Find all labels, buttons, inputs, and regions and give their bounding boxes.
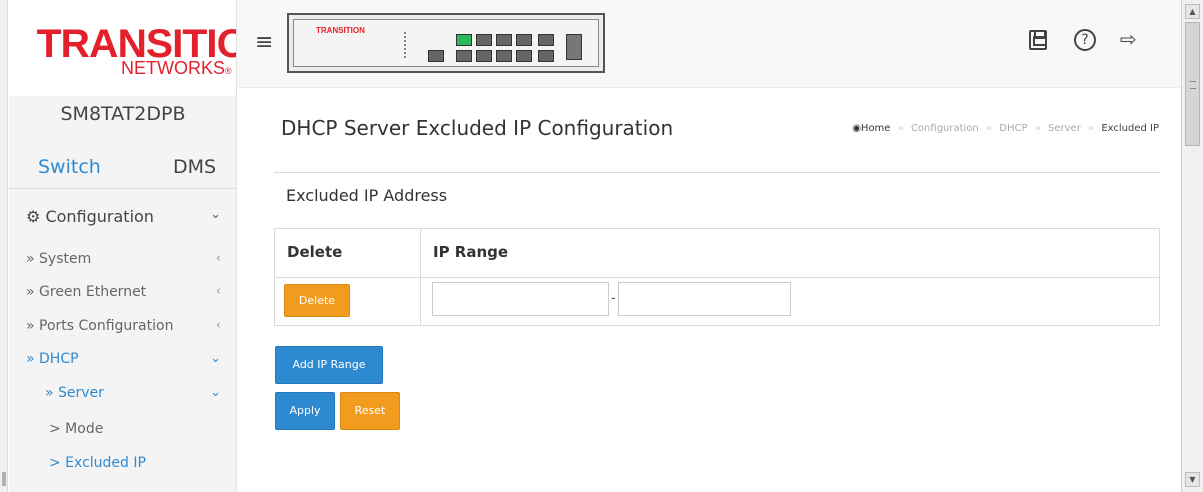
title-divider bbox=[274, 172, 1160, 173]
reset-button[interactable]: Reset bbox=[340, 392, 400, 430]
logout-icon[interactable]: ⇨ bbox=[1120, 29, 1137, 49]
device-panel-face: TRANSITION bbox=[293, 19, 599, 67]
sidebar-item-label: ⚙ Configuration bbox=[26, 207, 154, 226]
column-header-delete: Delete bbox=[275, 229, 421, 277]
port-7[interactable] bbox=[516, 34, 532, 46]
sfp-port-1[interactable] bbox=[566, 34, 582, 60]
help-icon[interactable]: ? bbox=[1074, 29, 1096, 51]
sidebar-item-ports-configuration[interactable]: » Ports Configuration ‹ bbox=[9, 311, 236, 343]
breadcrumb-configuration[interactable]: Configuration bbox=[911, 123, 979, 134]
port-5[interactable] bbox=[496, 34, 512, 46]
breadcrumb-dhcp[interactable]: DHCP bbox=[999, 123, 1027, 134]
sidebar-item-label: » DHCP bbox=[26, 351, 79, 367]
sidebar-divider bbox=[9, 188, 236, 189]
sidebar-item-mode[interactable]: > Mode bbox=[9, 414, 236, 446]
main-content: DHCP Server Excluded IP Configuration ◉H… bbox=[237, 88, 1181, 492]
chevron-down-icon: ⌄ bbox=[210, 385, 221, 400]
device-panel-logo: TRANSITION bbox=[316, 26, 365, 35]
frame-marker bbox=[2, 472, 6, 486]
device-panel-image: TRANSITION bbox=[287, 13, 605, 73]
breadcrumb-separator: » bbox=[897, 123, 904, 134]
scrollbar-thumb[interactable] bbox=[1185, 22, 1200, 146]
section-title: Excluded IP Address bbox=[286, 186, 448, 205]
brand-logo[interactable]: TRANSITION NETWORKS® bbox=[9, 0, 236, 96]
hamburger-menu-icon[interactable]: ≡ bbox=[255, 32, 273, 54]
tab-switch[interactable]: Switch bbox=[38, 156, 101, 178]
end-ip-input[interactable] bbox=[618, 282, 791, 316]
port-9[interactable] bbox=[538, 34, 554, 46]
breadcrumb-home[interactable]: ◉Home bbox=[852, 123, 890, 134]
sidebar-item-label: » Green Ethernet bbox=[26, 284, 147, 300]
save-icon[interactable] bbox=[1029, 30, 1047, 50]
chevron-down-icon: ⌄ bbox=[210, 207, 221, 222]
port-3[interactable] bbox=[476, 34, 492, 46]
sidebar-item-label: > Mode bbox=[49, 421, 104, 437]
vertical-scrollbar[interactable]: ▲ ▼ bbox=[1181, 0, 1203, 492]
breadcrumb-separator: » bbox=[1088, 123, 1095, 134]
device-leds bbox=[404, 32, 408, 58]
top-bar: ≡ TRANSITION ? ⇨ bbox=[237, 0, 1181, 88]
scroll-down-arrow-icon[interactable]: ▼ bbox=[1185, 472, 1200, 487]
port-10[interactable] bbox=[538, 50, 554, 62]
console-port bbox=[428, 50, 444, 62]
sidebar-item-label: » Ports Configuration bbox=[26, 318, 174, 334]
breadcrumb-separator: » bbox=[985, 123, 993, 134]
delete-cell: Delete bbox=[275, 278, 421, 326]
chevron-left-icon: ‹ bbox=[215, 318, 221, 333]
sidebar-item-dhcp[interactable]: » DHCP ⌄ bbox=[9, 344, 236, 376]
delete-button[interactable]: Delete bbox=[284, 284, 350, 317]
logo-subtitle: NETWORKS® bbox=[121, 58, 232, 78]
sidebar-item-label: > Excluded IP bbox=[49, 455, 146, 471]
sidebar-item-configuration[interactable]: ⚙ Configuration ⌄ bbox=[9, 200, 236, 232]
sidebar-item-server[interactable]: » Server ⌄ bbox=[9, 378, 236, 410]
ip-range-separator: - bbox=[611, 291, 616, 306]
apply-button[interactable]: Apply bbox=[275, 392, 335, 430]
device-model: SM8TAT2DPB bbox=[60, 103, 186, 125]
sidebar-item-label: » Server bbox=[45, 385, 104, 401]
port-1[interactable] bbox=[456, 34, 472, 46]
port-2[interactable] bbox=[456, 50, 472, 62]
port-6[interactable] bbox=[496, 50, 512, 62]
sidebar-item-label: » System bbox=[26, 251, 92, 267]
port-4[interactable] bbox=[476, 50, 492, 62]
add-ip-range-button[interactable]: Add IP Range bbox=[275, 346, 383, 384]
excluded-ip-table: Delete IP Range Delete - bbox=[274, 228, 1160, 326]
column-header-ip-range: IP Range bbox=[433, 243, 509, 261]
start-ip-input[interactable] bbox=[432, 282, 609, 316]
chevron-left-icon: ‹ bbox=[215, 251, 221, 266]
sidebar-item-green-ethernet[interactable]: » Green Ethernet ‹ bbox=[9, 277, 236, 309]
port-8[interactable] bbox=[516, 50, 532, 62]
sidebar: TRANSITION NETWORKS® SM8TAT2DPB Switch D… bbox=[9, 0, 237, 492]
mode-tabs: Switch DMS bbox=[9, 152, 236, 188]
scroll-up-arrow-icon[interactable]: ▲ bbox=[1185, 4, 1200, 19]
page-title: DHCP Server Excluded IP Configuration bbox=[281, 116, 674, 140]
breadcrumb-server[interactable]: Server bbox=[1048, 123, 1081, 134]
breadcrumb: ◉Home » Configuration » DHCP » Server » … bbox=[852, 123, 1159, 134]
breadcrumb-separator: » bbox=[1034, 123, 1041, 134]
breadcrumb-excluded-ip: Excluded IP bbox=[1101, 123, 1159, 134]
chevron-down-icon: ⌄ bbox=[210, 351, 221, 366]
table-row: Delete - bbox=[275, 277, 1159, 326]
window-left-frame bbox=[0, 0, 8, 492]
tab-dms[interactable]: DMS bbox=[173, 156, 216, 178]
sidebar-item-excluded-ip[interactable]: > Excluded IP bbox=[9, 448, 236, 480]
chevron-left-icon: ‹ bbox=[215, 284, 221, 299]
sidebar-item-system[interactable]: » System ‹ bbox=[9, 244, 236, 276]
